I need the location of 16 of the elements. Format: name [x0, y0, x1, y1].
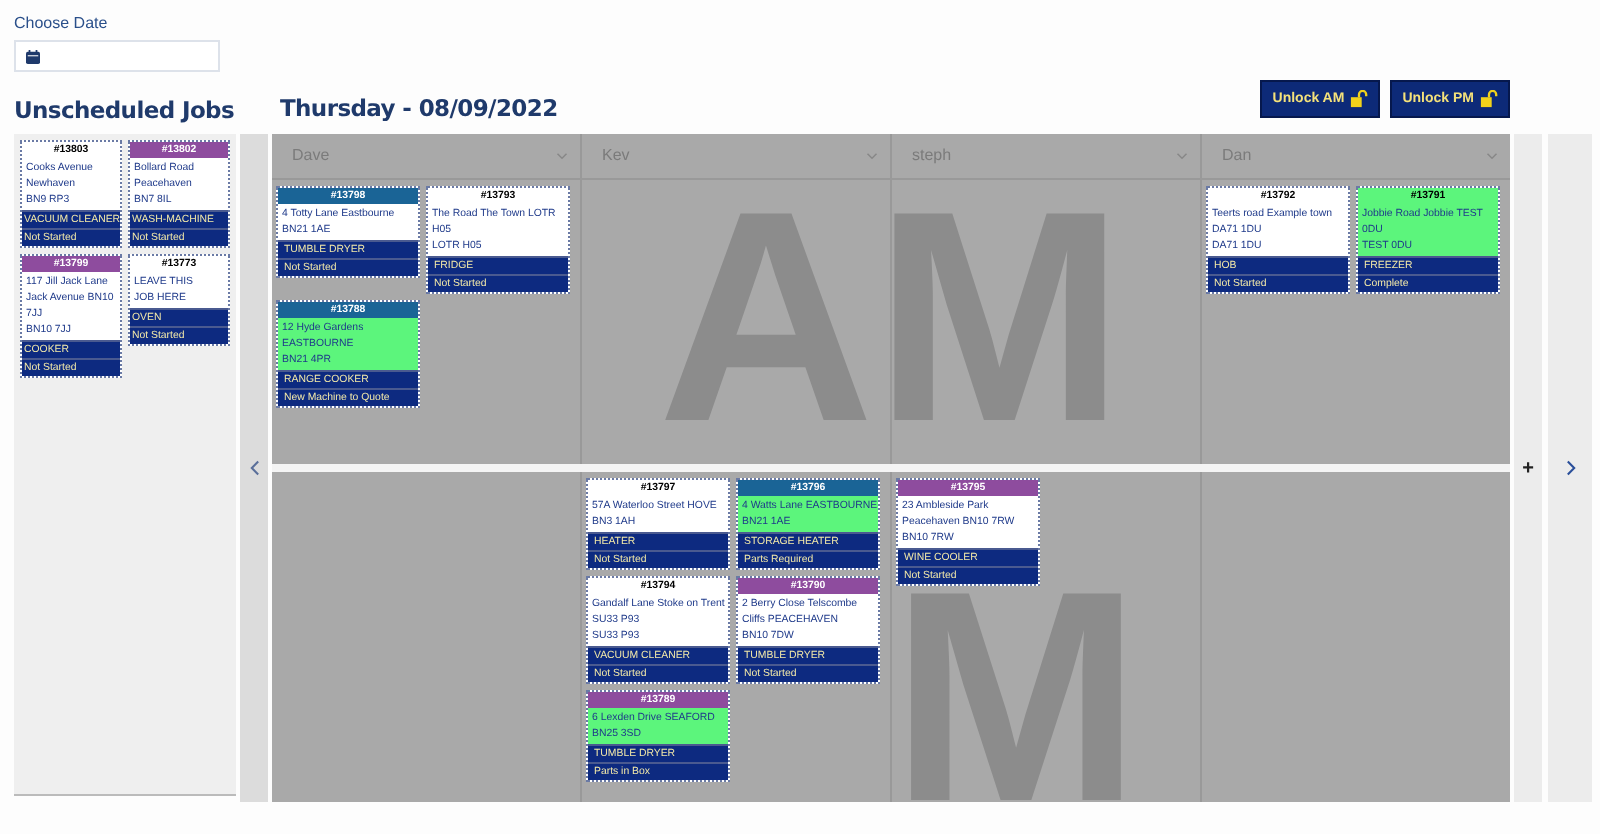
calendar-icon [26, 49, 40, 63]
day-title: Thursday - 08/09/2022 [278, 92, 558, 122]
chevron-down-icon [866, 151, 878, 160]
chevron-down-icon [556, 151, 568, 160]
padlock-icon [1350, 90, 1369, 108]
section-heading: Unscheduled Jobs [14, 94, 236, 128]
add-button[interactable]: + [1514, 134, 1542, 802]
date-label: Choose Date [14, 14, 110, 32]
date-field[interactable] [14, 40, 220, 72]
chevron-right-icon [1565, 460, 1575, 476]
chevron-left-icon [249, 460, 259, 476]
previous-day-button[interactable] [240, 134, 268, 802]
padlock-icon [1480, 90, 1498, 108]
chevron-down-icon [1176, 151, 1188, 160]
chevron-down-icon [1486, 151, 1498, 160]
next-day-button[interactable] [1548, 134, 1592, 802]
